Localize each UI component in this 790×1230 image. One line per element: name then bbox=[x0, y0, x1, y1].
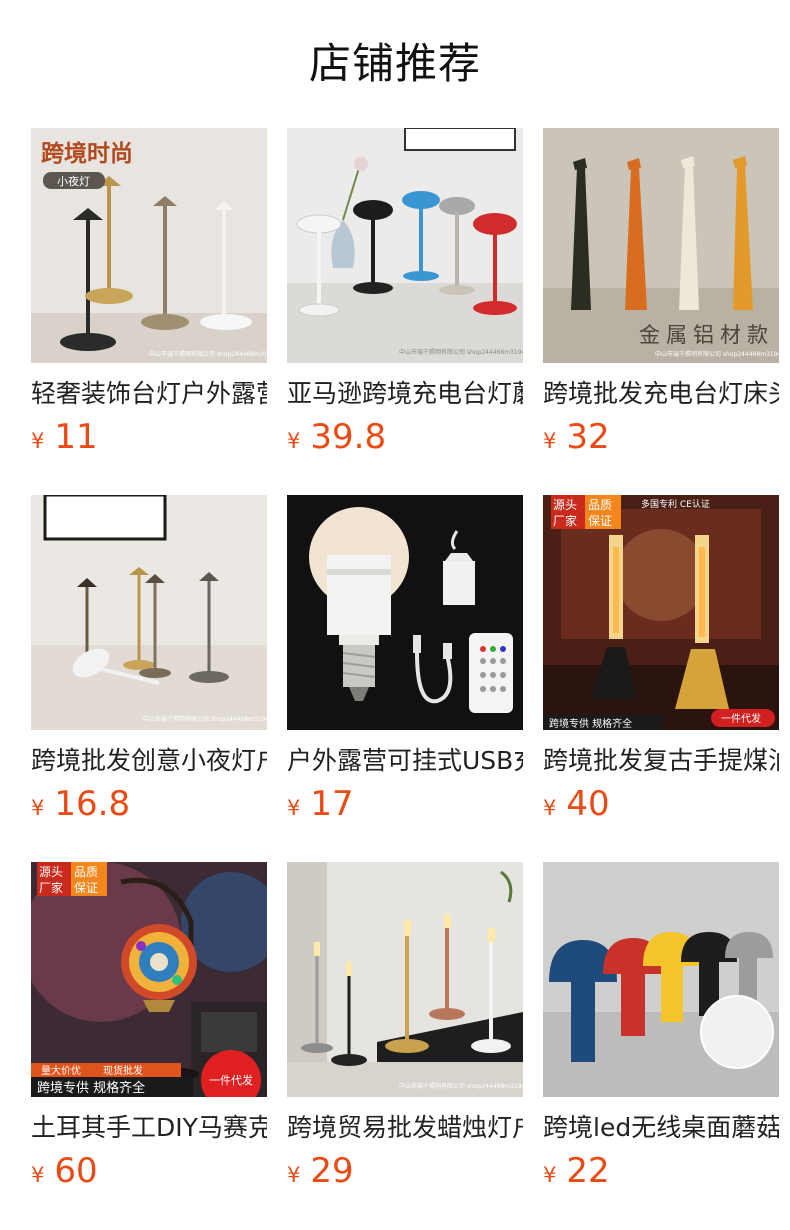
product-card[interactable]: 中山市瑞千照明有限公司 shop244468m319465.1688.com 跨… bbox=[31, 495, 267, 830]
image-badge-source: 源头 bbox=[553, 498, 577, 512]
product-card[interactable]: 金属铝材款 中山市瑞千照明有限公司 shop244468m319465.1688… bbox=[543, 128, 779, 463]
image-top-text: 多国专利 CE认证 bbox=[641, 498, 710, 510]
svg-text:厂家: 厂家 bbox=[553, 513, 577, 528]
product-image[interactable] bbox=[287, 495, 523, 730]
image-badge-source: 源头 bbox=[39, 865, 63, 879]
currency-symbol: ¥ bbox=[543, 796, 557, 820]
product-image[interactable]: 金属铝材款 中山市瑞千照明有限公司 shop244468m319465.1688… bbox=[543, 128, 779, 363]
product-name[interactable]: 轻奢装饰台灯户外露营 bbox=[31, 377, 267, 411]
product-image[interactable]: 源头 厂家 品质 保证 量大价优 现货批发 跨境专供 规格齐全 一件代发 bbox=[31, 862, 267, 1097]
product-price: ¥ 16.8 bbox=[31, 784, 267, 824]
currency-symbol: ¥ bbox=[287, 429, 301, 453]
image-watermark: 中山市瑞千照明有限公司 shop244468m319465.1688.com bbox=[143, 715, 267, 723]
product-grid: 跨境时尚 小夜灯 中山市瑞千照明有限公司 shop244468m319465.1… bbox=[31, 128, 779, 1197]
product-price: ¥ 32 bbox=[543, 417, 779, 457]
product-price: ¥ 11 bbox=[31, 417, 267, 457]
image-watermark: 中山市瑞千照明有限公司 shop244468m319465.1688.com bbox=[655, 350, 779, 358]
price-amount: 11 bbox=[54, 417, 98, 457]
currency-symbol: ¥ bbox=[31, 1163, 45, 1187]
price-amount: 16.8 bbox=[54, 784, 131, 824]
image-tag-text: 一件代发 bbox=[209, 1073, 253, 1087]
product-card[interactable]: 中山市瑞千照明有限公司 shop244468m319465.1688.com 跨… bbox=[287, 862, 523, 1197]
image-strip-text-2: 现货批发 bbox=[103, 1064, 143, 1077]
product-image[interactable] bbox=[543, 862, 779, 1097]
store-recommendation-page: 店铺推荐 跨境时尚 小夜灯 中山市瑞千照明有限公司 shop244468m31 … bbox=[0, 0, 790, 1230]
image-sub-text: 小夜灯 bbox=[57, 174, 90, 188]
image-watermark: 中山市瑞千照明有限公司 shop244468m319465.1688.com bbox=[399, 1082, 523, 1090]
product-image[interactable]: 中山市瑞千照明有限公司 shop244468m319465.1688.com bbox=[287, 128, 523, 363]
product-price: ¥ 29 bbox=[287, 1151, 523, 1191]
price-amount: 60 bbox=[54, 1151, 98, 1191]
svg-text:保证: 保证 bbox=[588, 514, 612, 528]
product-name[interactable]: 跨境批发创意小夜灯户 bbox=[31, 744, 267, 778]
product-price: ¥ 22 bbox=[543, 1151, 779, 1191]
product-name[interactable]: 亚马逊跨境充电台灯蘑 bbox=[287, 377, 523, 411]
product-image[interactable]: 中山市瑞千照明有限公司 shop244468m319465.1688.com bbox=[31, 495, 267, 730]
product-name[interactable]: 土耳其手工DIY马赛克 bbox=[31, 1111, 267, 1145]
product-name[interactable]: 跨境贸易批发蜡烛灯户 bbox=[287, 1111, 523, 1145]
image-strip-text-1: 量大价优 bbox=[41, 1064, 81, 1077]
product-image[interactable]: 中山市瑞千照明有限公司 shop244468m319465.1688.com bbox=[287, 862, 523, 1097]
image-badge-quality: 品质 bbox=[588, 498, 612, 512]
product-card[interactable]: 户外露营可挂式USB充 ¥ 17 bbox=[287, 495, 523, 830]
svg-text:厂家: 厂家 bbox=[39, 880, 63, 895]
product-image[interactable]: 源头 厂家 品质 保证 多国专利 CE认证 跨境专供 规格齐全 一件代发 bbox=[543, 495, 779, 730]
svg-text:保证: 保证 bbox=[74, 881, 98, 895]
product-price: ¥ 60 bbox=[31, 1151, 267, 1191]
image-bottom-text: 跨境专供 规格齐全 bbox=[549, 717, 632, 730]
product-card[interactable]: 中山市瑞千照明有限公司 shop244468m319465.1688.com 亚… bbox=[287, 128, 523, 463]
product-price: ¥ 39.8 bbox=[287, 417, 523, 457]
image-tag-text: 一件代发 bbox=[721, 712, 761, 725]
price-amount: 22 bbox=[566, 1151, 610, 1191]
image-watermark: 中山市瑞千照明有限公司 shop244468m319465.1688.com bbox=[399, 348, 523, 356]
image-caption: 金属铝材款 bbox=[639, 323, 774, 347]
price-amount: 39.8 bbox=[310, 417, 387, 457]
product-card[interactable]: 跨境led无线桌面蘑菇 ¥ 22 bbox=[543, 862, 779, 1197]
image-watermark: 中山市瑞千照明有限公司 shop244468m319465.1688.com bbox=[149, 350, 267, 358]
image-badge-quality: 品质 bbox=[74, 865, 98, 879]
price-amount: 17 bbox=[310, 784, 354, 824]
product-name[interactable]: 跨境批发充电台灯床头 bbox=[543, 377, 779, 411]
price-amount: 29 bbox=[310, 1151, 354, 1191]
product-card[interactable]: 源头 厂家 品质 保证 多国专利 CE认证 跨境专供 规格齐全 一件代发 跨境批… bbox=[543, 495, 779, 830]
currency-symbol: ¥ bbox=[31, 796, 45, 820]
price-amount: 32 bbox=[566, 417, 610, 457]
product-card[interactable]: 跨境时尚 小夜灯 中山市瑞千照明有限公司 shop244468m319465.1… bbox=[31, 128, 267, 463]
product-card[interactable]: 源头 厂家 品质 保证 量大价优 现货批发 跨境专供 规格齐全 一件代发 土耳其… bbox=[31, 862, 267, 1197]
price-amount: 40 bbox=[566, 784, 610, 824]
image-bottom-text: 跨境专供 规格齐全 bbox=[37, 1080, 145, 1096]
product-name[interactable]: 户外露营可挂式USB充 bbox=[287, 744, 523, 778]
currency-symbol: ¥ bbox=[287, 1163, 301, 1187]
page-title: 店铺推荐 bbox=[308, 39, 481, 88]
image-badge-text: 跨境时尚 bbox=[41, 140, 133, 167]
product-price: ¥ 40 bbox=[543, 784, 779, 824]
product-image[interactable]: 跨境时尚 小夜灯 中山市瑞千照明有限公司 shop244468m319465.1… bbox=[31, 128, 267, 363]
currency-symbol: ¥ bbox=[543, 1163, 557, 1187]
currency-symbol: ¥ bbox=[543, 429, 557, 453]
currency-symbol: ¥ bbox=[287, 796, 301, 820]
product-name[interactable]: 跨境led无线桌面蘑菇 bbox=[543, 1111, 779, 1145]
product-price: ¥ 17 bbox=[287, 784, 523, 824]
currency-symbol: ¥ bbox=[31, 429, 45, 453]
product-name[interactable]: 跨境批发复古手提煤油 bbox=[543, 744, 779, 778]
